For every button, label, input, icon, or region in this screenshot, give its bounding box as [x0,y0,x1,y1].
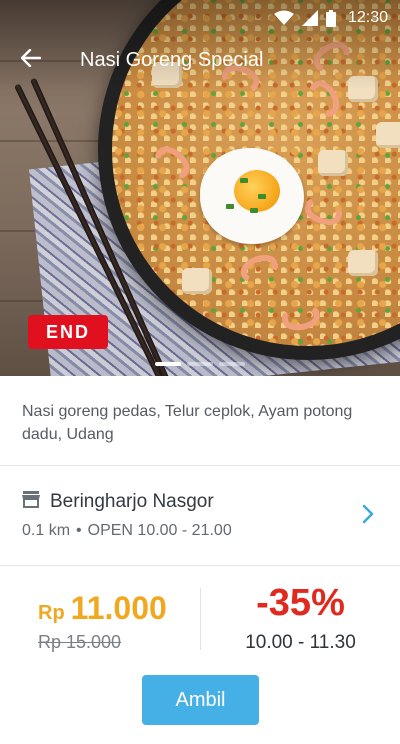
promo-hours: 10.00 - 11.30 [245,632,356,653]
status-bar: 12:30 [0,0,400,36]
store-meta: 0.1 km • OPEN 10.00 - 21.00 [22,522,232,540]
status-badge: END [28,315,108,349]
carousel-dot[interactable] [187,362,213,366]
meta-separator: • [76,522,82,539]
price-block: Rp 11.000 Rp 15.000 [0,566,200,666]
scallion [258,194,266,199]
scallion [240,178,248,183]
store-distance: 0.1 km [22,522,71,539]
carousel-dot[interactable] [219,362,245,366]
chicken-piece [348,250,378,276]
page-title: Nasi Goreng Special [80,48,264,71]
chicken-piece [376,122,400,148]
store-row[interactable]: Beringharjo Nasgor 0.1 km • OPEN 10.00 -… [0,466,400,566]
original-price: Rp 15.000 [38,632,122,652]
app-bar: Nasi Goreng Special [0,40,400,80]
current-price: Rp 11.000 [38,590,167,627]
ambil-button[interactable]: Ambil [142,675,259,725]
discount-percent: -35% [256,582,345,624]
discount-block: -35% 10.00 - 11.30 [201,566,400,666]
carousel-dot[interactable] [155,362,181,366]
back-button[interactable] [0,40,62,80]
chicken-piece [182,268,212,294]
wifi-icon [273,10,294,26]
cell-signal-icon [301,10,318,26]
scallion [250,208,258,213]
egg-yolk [234,170,280,212]
battery-icon [325,9,336,27]
fried-egg [200,148,304,244]
store-icon [22,490,40,513]
chevron-right-icon[interactable] [362,504,374,529]
store-hours: OPEN 10.00 - 21.00 [87,522,232,539]
carousel-indicator[interactable] [0,362,400,366]
arrow-left-icon [20,48,42,72]
status-time: 12:30 [347,9,388,26]
currency-label: Rp [38,602,65,624]
product-description: Nasi goreng pedas, Telur ceplok, Ayam po… [0,376,400,466]
scallion [226,204,234,209]
pricing-section: Rp 11.000 Rp 15.000 -35% 10.00 - 11.30 [0,566,400,666]
chicken-piece [318,150,348,176]
store-header: Beringharjo Nasgor [22,490,214,513]
price-amount: 11.000 [70,590,167,626]
hero-image: 12:30 Nasi Goreng Special END [0,0,400,376]
store-name: Beringharjo Nasgor [50,490,214,512]
